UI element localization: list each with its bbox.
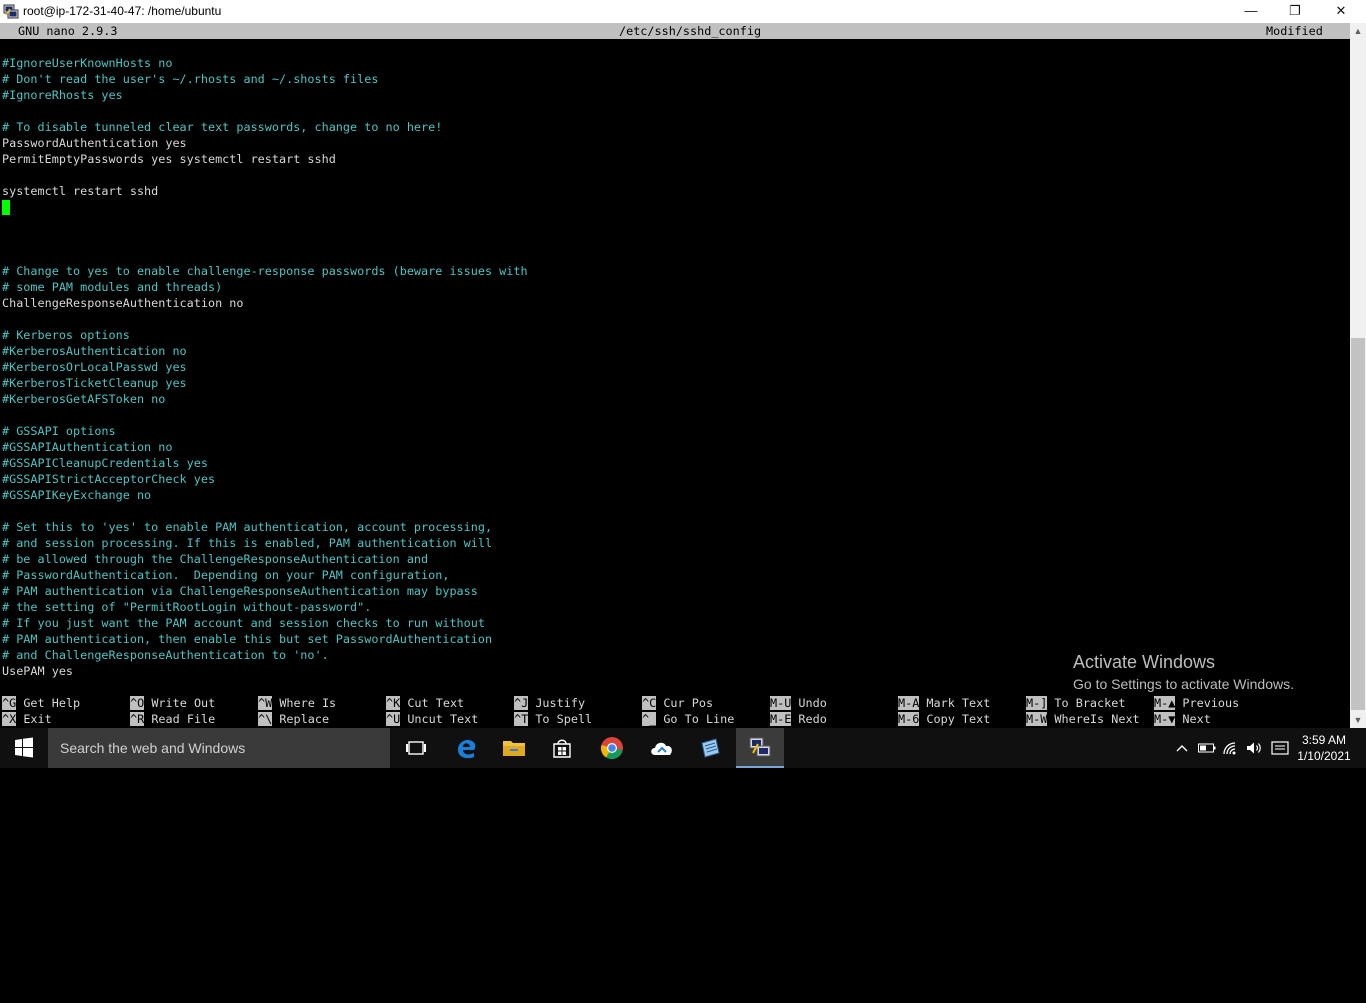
store-icon[interactable] bbox=[538, 728, 586, 768]
file-line: # Change to yes to enable challenge-resp… bbox=[2, 264, 528, 278]
file-line: # If you just want the PAM account and s… bbox=[2, 616, 485, 630]
file-line: systemctl restart sshd bbox=[2, 184, 159, 198]
file-explorer-icon[interactable] bbox=[490, 728, 538, 768]
shortcut-uncut-text[interactable]: ^U Uncut Text bbox=[386, 711, 478, 727]
shortcut-copy-text[interactable]: M-6 Copy Text bbox=[898, 711, 990, 727]
file-line: PasswordAuthentication yes bbox=[2, 136, 187, 150]
file-line: # PasswordAuthentication. Depending on y… bbox=[2, 568, 450, 582]
nano-version: GNU nano 2.9.3 bbox=[18, 24, 118, 38]
putty-taskbar-icon[interactable] bbox=[736, 728, 784, 768]
file-line: #IgnoreUserKnownHosts no bbox=[2, 56, 173, 70]
file-line: # PAM authentication via ChallengeRespon… bbox=[2, 584, 478, 598]
maximize-button[interactable]: ❐ bbox=[1272, 0, 1318, 23]
shortcut-justify[interactable]: ^J Justify bbox=[514, 695, 585, 711]
clock-time: 3:59 AM bbox=[1301, 733, 1347, 747]
volume-icon[interactable] bbox=[1244, 728, 1266, 768]
shortcut-mark-text[interactable]: M-A Mark Text bbox=[898, 695, 990, 711]
file-line: #GSSAPIKeyExchange no bbox=[2, 488, 152, 502]
file-line: # and session processing. If this is ena… bbox=[2, 536, 493, 550]
file-line: #KerberosTicketCleanup yes bbox=[2, 376, 187, 390]
window-title: root@ip-172-31-40-47: /home/ubuntu bbox=[23, 4, 222, 18]
file-line: #GSSAPIStrictAcceptorCheck yes bbox=[2, 472, 216, 486]
file-line: ChallengeResponseAuthentication no bbox=[2, 296, 244, 310]
nano-shortcut-bar: ^G Get Help ^X Exit ^O Write Out ^R Read… bbox=[0, 695, 1350, 727]
shortcut-go-to-line[interactable]: ^_ Go To Line bbox=[642, 711, 734, 727]
chrome-icon[interactable] bbox=[588, 728, 636, 768]
shortcut-read-file[interactable]: ^R Read File bbox=[130, 711, 215, 727]
file-name: /etc/ssh/sshd_config bbox=[619, 24, 762, 38]
windows-logo-icon bbox=[15, 737, 33, 758]
file-line: # and ChallengeResponseAuthentication to… bbox=[2, 648, 329, 662]
modified-status: Modified bbox=[1266, 24, 1323, 38]
shortcut-cut-text[interactable]: ^K Cut Text bbox=[386, 695, 464, 711]
text-cursor bbox=[2, 200, 10, 215]
file-line: # be allowed through the ChallengeRespon… bbox=[2, 552, 429, 566]
file-line: #GSSAPICleanupCredentials yes bbox=[2, 456, 208, 470]
shortcut-get-help[interactable]: ^G Get Help bbox=[2, 695, 80, 711]
shortcut-redo[interactable]: M-E Redo bbox=[770, 711, 827, 727]
taskbar-search-box[interactable]: Search the web and Windows bbox=[48, 728, 390, 768]
action-center-icon[interactable] bbox=[1268, 728, 1292, 768]
cloud-sync-icon[interactable] bbox=[638, 728, 686, 768]
shortcut-where-is[interactable]: ^W Where Is bbox=[258, 695, 336, 711]
file-line: #GSSAPIAuthentication no bbox=[2, 440, 173, 454]
terminal-area[interactable]: GNU nano 2.9.3 /etc/ssh/sshd_config Modi… bbox=[0, 23, 1350, 728]
file-line: # the setting of "PermitRootLogin withou… bbox=[2, 600, 372, 614]
file-line: #IgnoreRhosts yes bbox=[2, 88, 123, 102]
battery-icon[interactable] bbox=[1196, 728, 1218, 768]
shortcut-to-spell[interactable]: ^T To Spell bbox=[514, 711, 592, 727]
wifi-icon[interactable] bbox=[1220, 728, 1242, 768]
shortcut-to-bracket[interactable]: M-] To Bracket bbox=[1026, 695, 1125, 711]
scroll-up-arrow-icon[interactable]: ▲ bbox=[1350, 23, 1366, 39]
shortcut-undo[interactable]: M-U Undo bbox=[770, 695, 827, 711]
file-line: PermitEmptyPasswords yes systemctl resta… bbox=[2, 152, 336, 166]
shortcut-whereis-next[interactable]: M-W WhereIs Next bbox=[1026, 711, 1140, 727]
shortcut-replace[interactable]: ^\ Replace bbox=[258, 711, 329, 727]
file-line: # To disable tunneled clear text passwor… bbox=[2, 120, 443, 134]
file-line: # PAM authentication, then enable this b… bbox=[2, 632, 493, 646]
close-button[interactable]: ✕ bbox=[1318, 0, 1364, 23]
scrollbar-thumb[interactable] bbox=[1351, 338, 1365, 710]
nano-header: GNU nano 2.9.3 /etc/ssh/sshd_config Modi… bbox=[0, 23, 1350, 39]
file-line: UsePAM yes bbox=[2, 664, 74, 678]
watermark-title: Activate Windows bbox=[1073, 652, 1216, 672]
putty-icon bbox=[3, 4, 19, 19]
file-line: #KerberosOrLocalPasswd yes bbox=[2, 360, 187, 374]
scroll-down-arrow-icon[interactable]: ▼ bbox=[1350, 712, 1366, 728]
search-placeholder: Search the web and Windows bbox=[60, 740, 246, 756]
vertical-scrollbar[interactable]: ▲ ▼ bbox=[1350, 23, 1366, 728]
shortcut-cur-pos[interactable]: ^C Cur Pos bbox=[642, 695, 713, 711]
window-titlebar[interactable]: root@ip-172-31-40-47: /home/ubuntu — ❐ ✕ bbox=[0, 0, 1366, 23]
shortcut-next[interactable]: M-▼ Next bbox=[1154, 711, 1211, 727]
activate-windows-watermark: Activate Windows Go to Settings to activ… bbox=[1073, 652, 1294, 692]
shortcut-previous[interactable]: M-▲ Previous bbox=[1154, 695, 1239, 711]
clock-date: 1/10/2021 bbox=[1297, 749, 1351, 763]
file-line: # Don't read the user's ~/.rhosts and ~/… bbox=[2, 72, 379, 86]
edge-browser-icon[interactable] bbox=[442, 728, 490, 768]
file-line: #KerberosGetAFSToken no bbox=[2, 392, 166, 406]
shortcut-write-out[interactable]: ^O Write Out bbox=[130, 695, 215, 711]
taskbar-clock[interactable]: 3:59 AM 1/10/2021 bbox=[1296, 732, 1352, 764]
file-line: # some PAM modules and threads) bbox=[2, 280, 223, 294]
file-line: # GSSAPI options bbox=[2, 424, 116, 438]
file-line: # Kerberos options bbox=[2, 328, 130, 342]
file-line: # Set this to 'yes' to enable PAM authen… bbox=[2, 520, 493, 534]
start-button[interactable] bbox=[0, 728, 48, 768]
task-view-icon[interactable] bbox=[392, 728, 440, 768]
windows-taskbar: Search the web and Windows 3:59 AM 1/10/… bbox=[0, 728, 1366, 768]
shortcut-exit[interactable]: ^X Exit bbox=[2, 711, 52, 727]
notepad-icon[interactable] bbox=[686, 728, 734, 768]
file-line: #KerberosAuthentication no bbox=[2, 344, 187, 358]
minimize-button[interactable]: — bbox=[1228, 0, 1274, 23]
watermark-subtitle: Go to Settings to activate Windows. bbox=[1073, 676, 1294, 692]
show-hidden-icons-chevron-icon[interactable] bbox=[1172, 728, 1192, 768]
